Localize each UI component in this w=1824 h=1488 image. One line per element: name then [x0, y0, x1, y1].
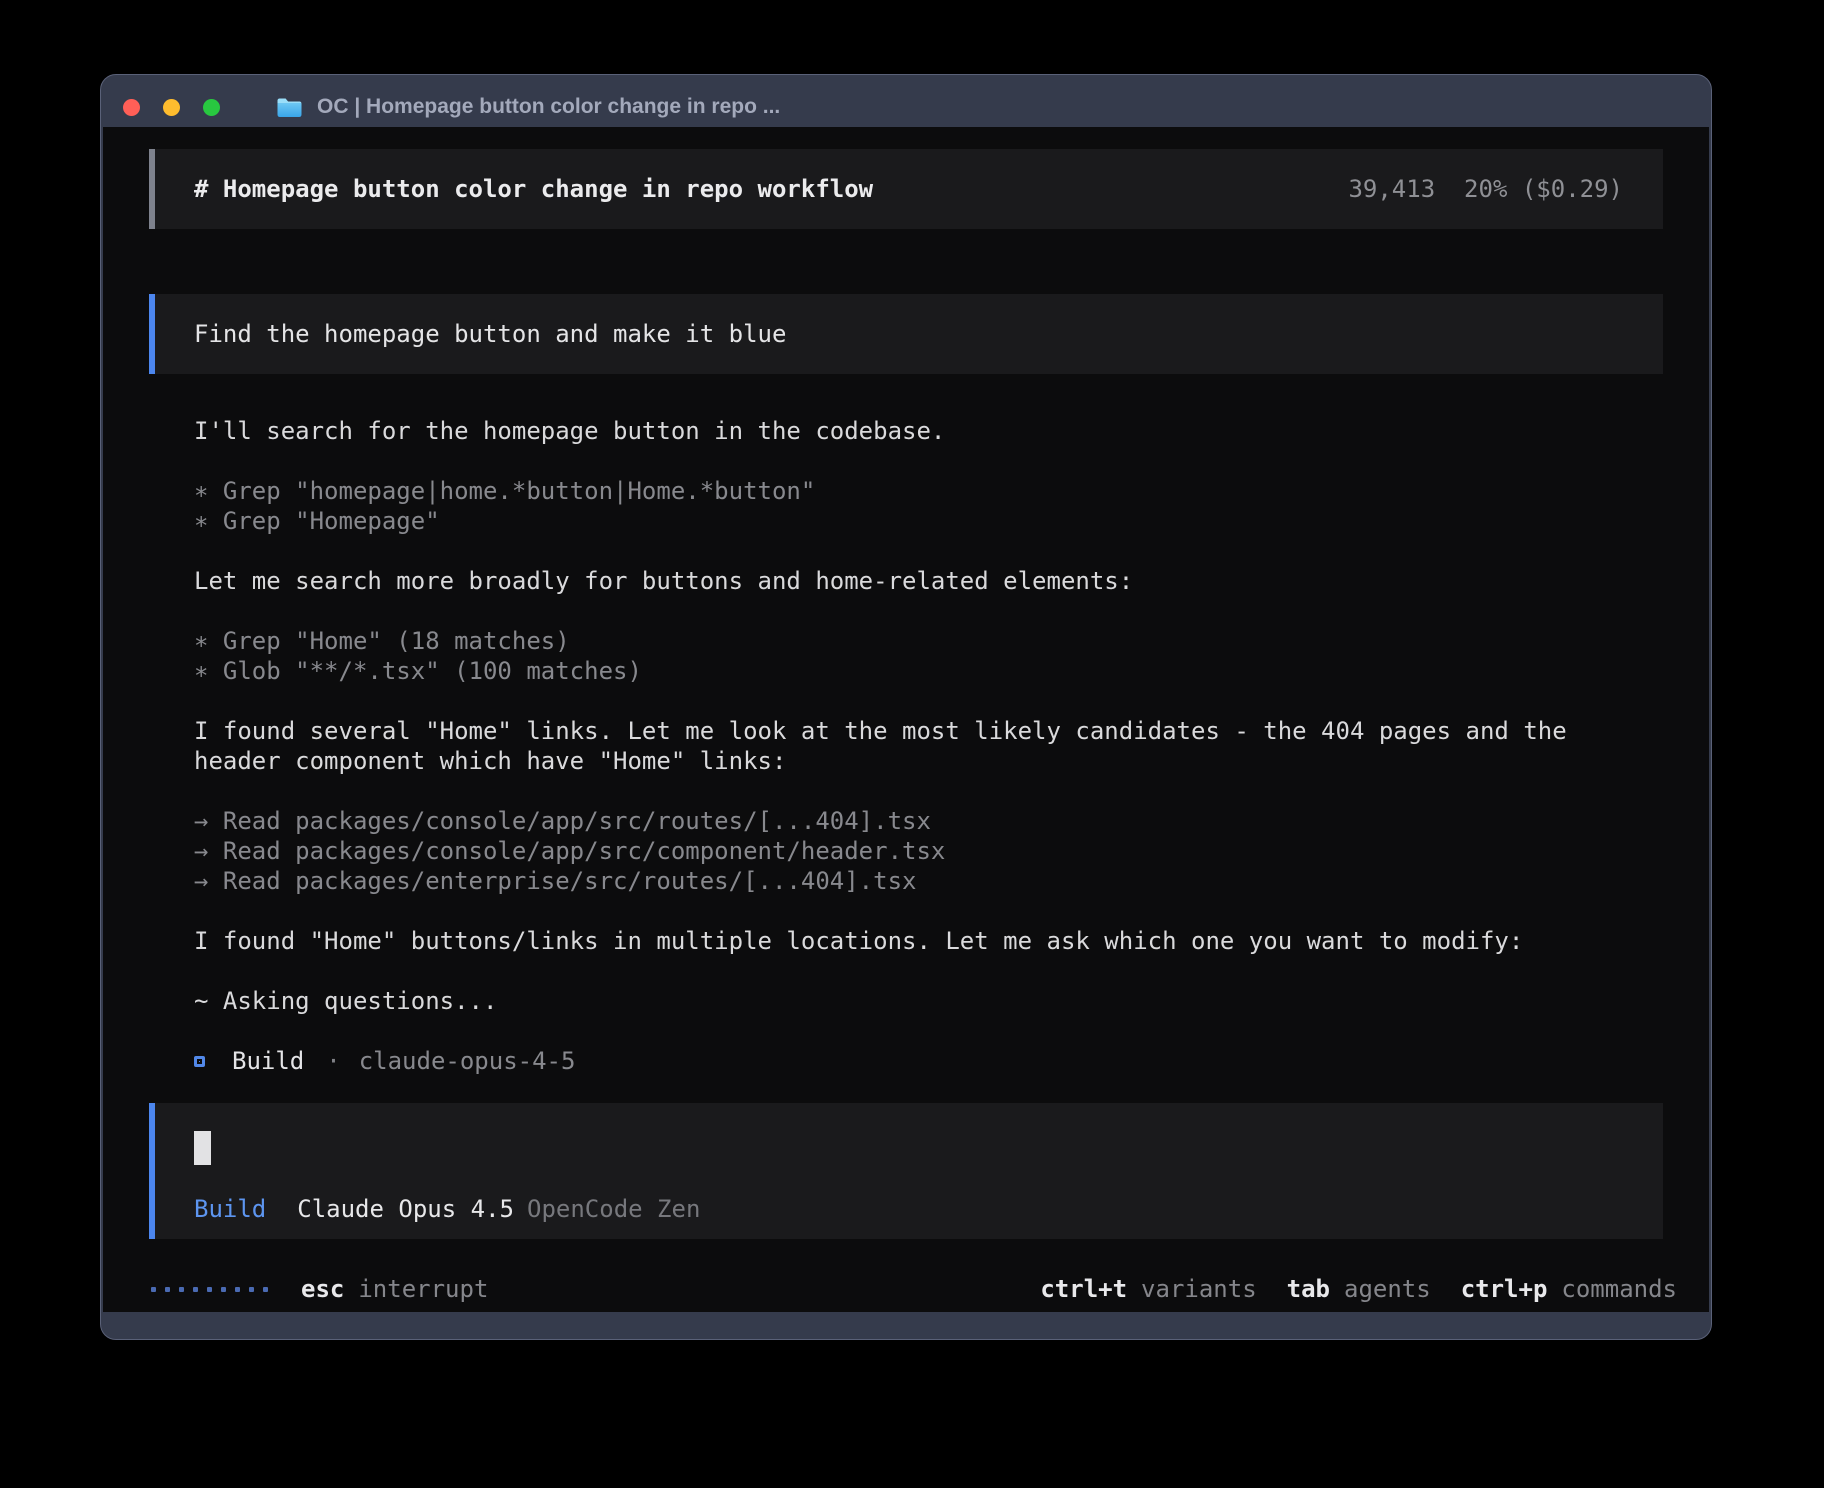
minimize-button[interactable]: [163, 99, 180, 116]
agent-name: Build: [232, 1047, 304, 1075]
assistant-text-line: Let me search more broadly for buttons a…: [194, 566, 1663, 596]
shortcut-label: variants: [1141, 1275, 1257, 1303]
statusbar-left: esc interrupt: [151, 1275, 488, 1303]
spinner-dot: [151, 1287, 156, 1292]
interrupt-hint: esc interrupt: [301, 1275, 488, 1303]
traffic-lights: [123, 99, 220, 116]
assistant-text-line: header component which have "Home" links…: [194, 746, 1663, 776]
assistant-text-line: I found "Home" buttons/links in multiple…: [194, 926, 1663, 956]
interrupt-key: esc: [301, 1275, 344, 1303]
input-meta-row: Build Claude Opus 4.5 OpenCode Zen: [194, 1195, 700, 1223]
prompt-input[interactable]: Build Claude Opus 4.5 OpenCode Zen: [149, 1103, 1663, 1239]
input-provider-label: OpenCode Zen: [527, 1195, 700, 1223]
shortcut-hint: tab agents: [1287, 1275, 1431, 1303]
build-agent-icon: [194, 1056, 205, 1067]
session-header: # Homepage button color change in repo w…: [149, 149, 1663, 229]
session-title: # Homepage button color change in repo w…: [194, 175, 873, 203]
tool-call-line: → Read packages/console/app/src/componen…: [194, 836, 1663, 866]
shortcut-hint: ctrl+t variants: [1040, 1275, 1256, 1303]
agent-separator: ·: [326, 1047, 340, 1075]
zoom-button[interactable]: [203, 99, 220, 116]
text-cursor: [194, 1131, 211, 1165]
shortcut-label: commands: [1561, 1275, 1677, 1303]
tool-call-line: ∗ Grep "homepage|home.*button|Home.*butt…: [194, 476, 1663, 506]
folder-icon: [276, 96, 303, 118]
tool-call-line: ∗ Grep "Home" (18 matches): [194, 626, 1663, 656]
tool-call-line: → Read packages/console/app/src/routes/[…: [194, 806, 1663, 836]
window-title: OC | Homepage button color change in rep…: [317, 95, 780, 119]
spinner-dot: [249, 1287, 254, 1292]
shortcut-hint: ctrl+p commands: [1461, 1275, 1677, 1303]
shortcut-key: tab: [1287, 1275, 1330, 1303]
terminal-window: OC | Homepage button color change in rep…: [100, 74, 1712, 1340]
tool-call-line: → Read packages/enterprise/src/routes/[.…: [194, 866, 1663, 896]
close-button[interactable]: [123, 99, 140, 116]
shortcut-key: ctrl+p: [1461, 1275, 1548, 1303]
shortcut-key: ctrl+t: [1040, 1275, 1127, 1303]
user-message: Find the homepage button and make it blu…: [149, 294, 1663, 374]
session-stats: 39,413 20% ($0.29): [1348, 175, 1623, 203]
spinner-dot: [165, 1287, 170, 1292]
interrupt-label: interrupt: [358, 1275, 488, 1303]
assistant-text-line: ~ Asking questions...: [194, 986, 1663, 1016]
spinner-dots: [151, 1287, 268, 1292]
assistant-text-line: I found several "Home" links. Let me loo…: [194, 716, 1663, 746]
window-title-group: OC | Homepage button color change in rep…: [276, 95, 780, 119]
agent-status-row: Build · claude-opus-4-5: [194, 1046, 575, 1076]
spinner-dot: [235, 1287, 240, 1292]
window-titlebar: OC | Homepage button color change in rep…: [101, 75, 1711, 127]
shortcut-label: agents: [1344, 1275, 1431, 1303]
input-agent-label[interactable]: Build: [194, 1195, 266, 1223]
terminal-content: # Homepage button color change in repo w…: [103, 127, 1709, 1312]
user-message-text: Find the homepage button and make it blu…: [194, 320, 786, 348]
spinner-dot: [263, 1287, 268, 1292]
spinner-dot: [207, 1287, 212, 1292]
agent-model: claude-opus-4-5: [359, 1047, 576, 1075]
tool-call-line: ∗ Glob "**/*.tsx" (100 matches): [194, 656, 1663, 686]
tool-call-line: ∗ Grep "Homepage": [194, 506, 1663, 536]
statusbar-shortcuts: ctrl+t variants tab agents ctrl+p commands: [1040, 1275, 1677, 1303]
assistant-text-line: I'll search for the homepage button in t…: [194, 416, 1663, 446]
spinner-dot: [179, 1287, 184, 1292]
transcript: I'll search for the homepage button in t…: [194, 416, 1663, 1016]
input-model-label[interactable]: Claude Opus 4.5: [297, 1195, 514, 1223]
spinner-dot: [193, 1287, 198, 1292]
spinner-dot: [221, 1287, 226, 1292]
statusbar: esc interrupt ctrl+tvariantstabagentsctr…: [151, 1273, 1677, 1305]
